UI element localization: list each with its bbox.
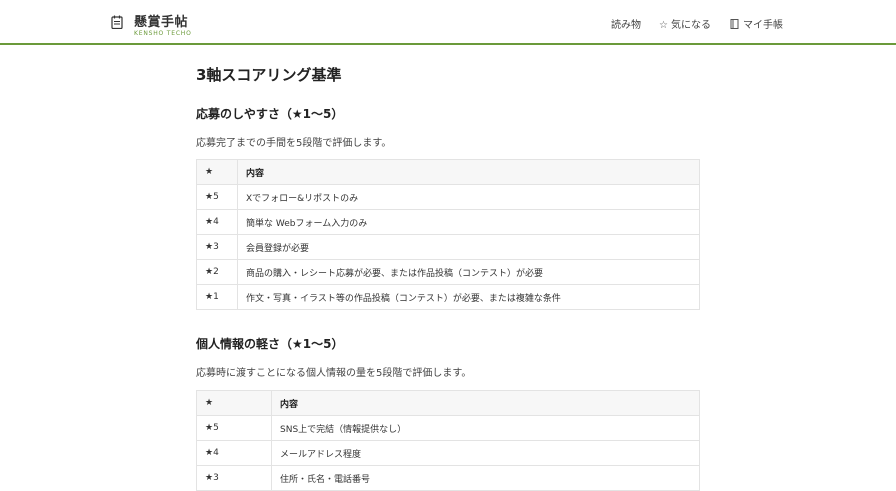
table-row: ★4 簡単な Webフォーム入力のみ <box>196 209 700 235</box>
score-table-privacy: ★ 内容 ★5 SNS上で完結（情報提供なし） ★4 メールアドレス程度 ★3 … <box>196 390 700 491</box>
table-cell-star: ★4 <box>196 209 238 235</box>
section-description-privacy: 応募時に渡すことになる個人情報の量を5段階で評価します。 <box>196 368 472 379</box>
table-header-row: ★ 内容 <box>196 159 700 185</box>
table-row: ★5 SNS上で完結（情報提供なし） <box>196 415 700 441</box>
table-header-star: ★ <box>196 159 238 185</box>
score-table-ease: ★ 内容 ★5 Xでフォロー&リポストのみ ★4 簡単な Webフォーム入力のみ… <box>196 159 700 310</box>
table-cell-content: Xでフォロー&リポストのみ <box>237 184 700 210</box>
table-cell-content: 商品の購入・レシート応募が必要、または作品投稿（コンテスト）が必要 <box>237 259 700 285</box>
table-row: ★4 メールアドレス程度 <box>196 440 700 466</box>
table-row: ★1 作文・写真・イラスト等の作品投稿（コンテスト）が必要、または複雑な条件 <box>196 284 700 310</box>
table-cell-star: ★4 <box>196 440 272 466</box>
section-description-ease: 応募完了までの手間を5段階で評価します。 <box>196 138 392 149</box>
table-cell-star: ★5 <box>196 415 272 441</box>
nav-favorites[interactable]: ☆ 気になる <box>659 16 711 31</box>
notebook-icon <box>730 19 739 29</box>
site-logo-title[interactable]: 懸賞手帖 <box>134 11 188 30</box>
table-header-row: ★ 内容 <box>196 390 700 416</box>
nav-reading[interactable]: 読み物 <box>611 16 641 31</box>
table-cell-content: 住所・氏名・電話番号 <box>271 465 700 491</box>
table-row: ★2 商品の購入・レシート応募が必要、または作品投稿（コンテスト）が必要 <box>196 259 700 285</box>
site-logo-subtitle: KENSHO TECHO <box>134 30 192 37</box>
section-title-ease: 応募のしやすさ（★1〜5） <box>196 107 344 121</box>
nav-my-notebook[interactable]: マイ手帳 <box>730 16 783 31</box>
table-row: ★3 会員登録が必要 <box>196 234 700 260</box>
nav-favorites-label: 気になる <box>670 20 711 31</box>
nav-my-notebook-label: マイ手帳 <box>743 20 783 31</box>
table-cell-star: ★2 <box>196 259 238 285</box>
star-outline-icon: ☆ <box>659 20 668 31</box>
table-cell-content: SNS上で完結（情報提供なし） <box>271 415 700 441</box>
nav-reading-label: 読み物 <box>611 20 641 31</box>
table-cell-star: ★3 <box>196 234 238 260</box>
table-header-star: ★ <box>196 390 272 416</box>
section-title-privacy: 個人情報の軽さ（★1〜5） <box>196 337 344 351</box>
table-header-content: 内容 <box>271 390 700 416</box>
table-cell-content: 会員登録が必要 <box>237 234 700 260</box>
table-cell-content: 簡単な Webフォーム入力のみ <box>237 209 700 235</box>
site-header: 懸賞手帖 KENSHO TECHO 読み物 ☆ 気になる マイ手帳 <box>0 0 896 45</box>
table-row: ★5 Xでフォロー&リポストのみ <box>196 184 700 210</box>
table-cell-star: ★3 <box>196 465 272 491</box>
table-cell-star: ★5 <box>196 184 238 210</box>
table-cell-content: 作文・写真・イラスト等の作品投稿（コンテスト）が必要、または複雑な条件 <box>237 284 700 310</box>
page-title: 3軸スコアリング基準 <box>196 66 342 84</box>
table-row: ★3 住所・氏名・電話番号 <box>196 465 700 491</box>
table-cell-content: メールアドレス程度 <box>271 440 700 466</box>
notebook-logo-icon <box>111 15 123 29</box>
table-header-content: 内容 <box>237 159 700 185</box>
table-cell-star: ★1 <box>196 284 238 310</box>
